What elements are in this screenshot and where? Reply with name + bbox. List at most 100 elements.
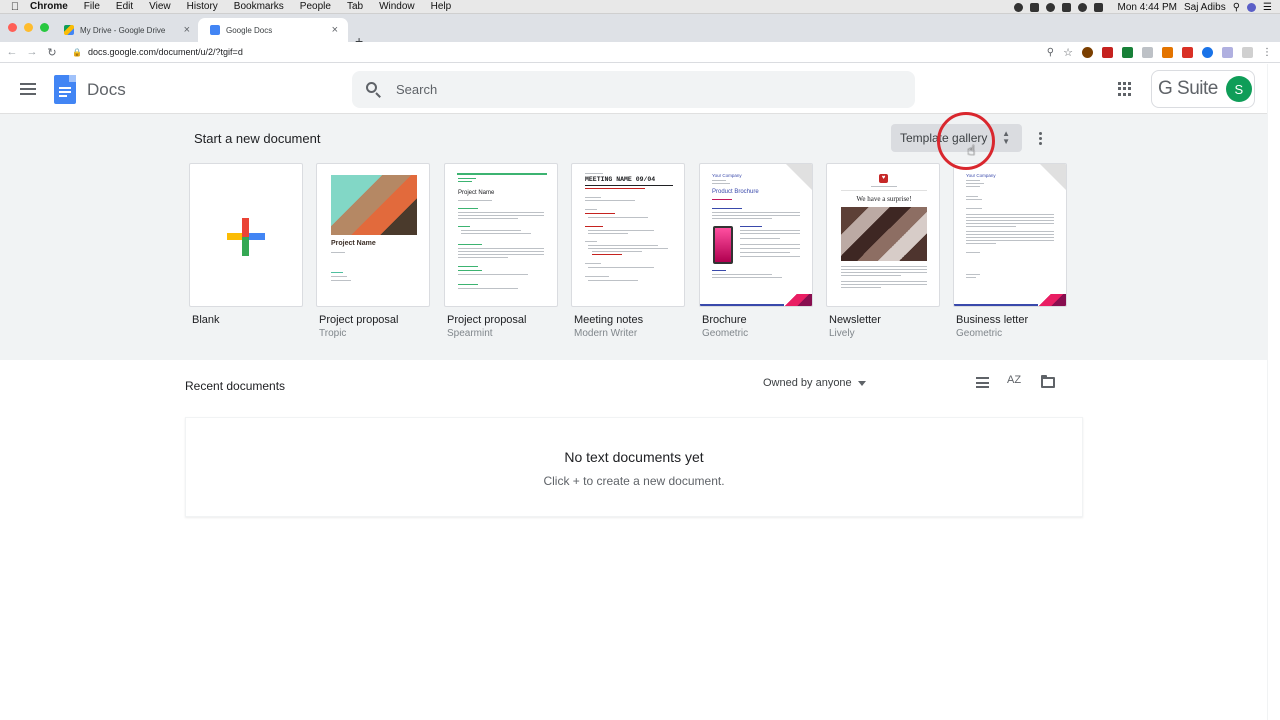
menu-edit[interactable]: Edit	[116, 1, 133, 12]
template-name: Blank	[192, 314, 220, 326]
close-tab-icon[interactable]: ×	[184, 24, 190, 36]
template-meeting-notes[interactable]: MEETING NAME 09/04 Meeting notes Modern …	[571, 163, 685, 339]
menu-window[interactable]: Window	[379, 1, 415, 12]
maximize-window-icon[interactable]	[40, 23, 49, 32]
thumb-title: Product Brochure	[712, 189, 759, 195]
lock-icon[interactable]: 🔒	[72, 48, 82, 57]
address-bar[interactable]: docs.google.com/document/u/2/?tgif=d	[88, 47, 243, 57]
template-name: Meeting notes	[574, 314, 644, 326]
docs-header: Docs G Suite S	[0, 64, 1280, 114]
menu-bookmarks[interactable]: Bookmarks	[234, 1, 284, 12]
template-subtitle: Spearmint	[447, 328, 493, 339]
extension-icon[interactable]	[1182, 47, 1193, 58]
reload-icon[interactable]: ↻	[42, 46, 62, 59]
search-input[interactable]	[396, 82, 876, 97]
extensions-area: ⚲ ☆ ⋮	[1047, 46, 1272, 59]
menu-history[interactable]: History	[187, 1, 218, 12]
time-machine-icon[interactable]	[1045, 2, 1055, 12]
back-icon[interactable]: ←	[2, 46, 22, 58]
airplay-icon[interactable]	[1061, 2, 1071, 12]
caret-down-icon	[857, 380, 866, 386]
menu-app-name[interactable]: Chrome	[30, 1, 68, 12]
template-gallery-button[interactable]: Template gallery ▲ ▼	[891, 124, 1022, 152]
main-menu-icon[interactable]	[20, 83, 36, 95]
menu-people[interactable]: People	[300, 1, 331, 12]
template-thumbnail[interactable]	[189, 163, 303, 307]
close-tab-icon[interactable]: ×	[332, 24, 338, 36]
extension-icon[interactable]	[1122, 47, 1133, 58]
zoom-icon[interactable]: ⚲	[1047, 47, 1054, 58]
template-brochure[interactable]: Your Company Product Brochure Brochure G…	[699, 163, 813, 339]
heart-icon: ♥	[879, 174, 888, 183]
page-scrollbar[interactable]	[1267, 64, 1280, 720]
template-project-proposal-tropic[interactable]: Project Name Project proposal Tropic	[316, 163, 430, 339]
template-blank[interactable]: Blank	[189, 163, 303, 328]
unfold-icon: ▲ ▼	[1002, 129, 1010, 146]
extension-icon[interactable]	[1162, 47, 1173, 58]
menu-file[interactable]: File	[84, 1, 100, 12]
account-switcher[interactable]: G Suite S	[1151, 70, 1255, 108]
menu-help[interactable]: Help	[431, 1, 452, 12]
tab-google-drive[interactable]: My Drive - Google Drive ×	[52, 18, 200, 42]
template-project-proposal-spearmint[interactable]: Project Name Project proposal Spearmint	[444, 163, 558, 339]
template-subtitle: Modern Writer	[574, 328, 638, 339]
folder-picker-icon[interactable]	[1041, 375, 1055, 388]
extension-icon[interactable]	[1142, 47, 1153, 58]
wifi-icon[interactable]	[1077, 2, 1087, 12]
thumb-title: Project Name	[458, 190, 495, 196]
docs-logo-icon[interactable]	[54, 75, 76, 104]
spotlight-icon[interactable]: ⚲	[1233, 2, 1240, 13]
google-apps-icon[interactable]	[1118, 82, 1132, 96]
template-thumbnail[interactable]: Your Company Product Brochure	[699, 163, 813, 307]
template-subtitle: Geometric	[956, 328, 1003, 339]
menu-tab[interactable]: Tab	[347, 1, 363, 12]
extension-icon[interactable]	[1202, 47, 1213, 58]
owner-filter-dropdown[interactable]: Owned by anyone	[763, 377, 866, 389]
template-newsletter[interactable]: ♥ We have a surprise! Newsletter Lively	[826, 163, 940, 339]
volume-icon[interactable]	[1093, 2, 1103, 12]
empty-state-title: No text documents yet	[564, 449, 704, 465]
forward-icon[interactable]: →	[22, 46, 42, 58]
extension-icon[interactable]	[1242, 47, 1253, 58]
minimize-window-icon[interactable]	[24, 23, 33, 32]
list-view-icon[interactable]	[976, 377, 989, 388]
tab-title: My Drive - Google Drive	[80, 25, 166, 35]
browser-toolbar: ← → ↻ 🔒 docs.google.com/document/u/2/?tg…	[0, 42, 1280, 63]
avatar[interactable]: S	[1225, 76, 1252, 102]
sort-az-icon[interactable]: AZ	[1007, 374, 1021, 386]
window-controls	[8, 23, 49, 32]
menu-user[interactable]: Saj Adibs	[1184, 2, 1226, 13]
template-name: Business letter	[956, 314, 1029, 326]
section-title: Start a new document	[194, 131, 321, 146]
extension-icon[interactable]	[1222, 47, 1233, 58]
apple-icon[interactable]: 	[0, 1, 30, 13]
menu-clock[interactable]: Mon 4:44 PM	[1118, 2, 1177, 13]
extension-icon[interactable]	[1082, 47, 1093, 58]
template-business-letter[interactable]: Your Company Business letter Geometric	[953, 163, 1067, 339]
notification-center-icon[interactable]: ☰	[1263, 2, 1272, 13]
chrome-menu-icon[interactable]: ⋮	[1262, 47, 1272, 58]
search-bar[interactable]	[352, 71, 915, 108]
template-thumbnail[interactable]: Your Company	[953, 163, 1067, 307]
owner-filter-label: Owned by anyone	[763, 377, 852, 389]
thumb-title: We have a surprise!	[856, 195, 912, 203]
tab-google-docs[interactable]: Google Docs ×	[198, 18, 348, 42]
more-options-icon[interactable]	[1039, 132, 1043, 145]
template-thumbnail[interactable]: ♥ We have a surprise!	[826, 163, 940, 307]
template-thumbnail[interactable]: Project Name	[444, 163, 558, 307]
template-thumbnail[interactable]: Project Name	[316, 163, 430, 307]
template-name: Project proposal	[319, 314, 399, 326]
menu-view[interactable]: View	[149, 1, 171, 12]
siri-icon[interactable]	[1247, 2, 1257, 12]
template-thumbnail[interactable]: MEETING NAME 09/04	[571, 163, 685, 307]
search-icon[interactable]	[366, 81, 382, 98]
extension-icon[interactable]	[1102, 47, 1113, 58]
browser-tab-strip: My Drive - Google Drive × Google Docs × …	[0, 14, 1280, 49]
template-subtitle: Lively	[829, 328, 855, 339]
bookmark-star-icon[interactable]: ☆	[1063, 46, 1073, 59]
record-icon[interactable]	[1013, 2, 1023, 12]
close-window-icon[interactable]	[8, 23, 17, 32]
app-title[interactable]: Docs	[87, 80, 126, 100]
gsuite-logo: G Suite	[1158, 78, 1218, 99]
dropbox-icon[interactable]	[1029, 2, 1039, 12]
